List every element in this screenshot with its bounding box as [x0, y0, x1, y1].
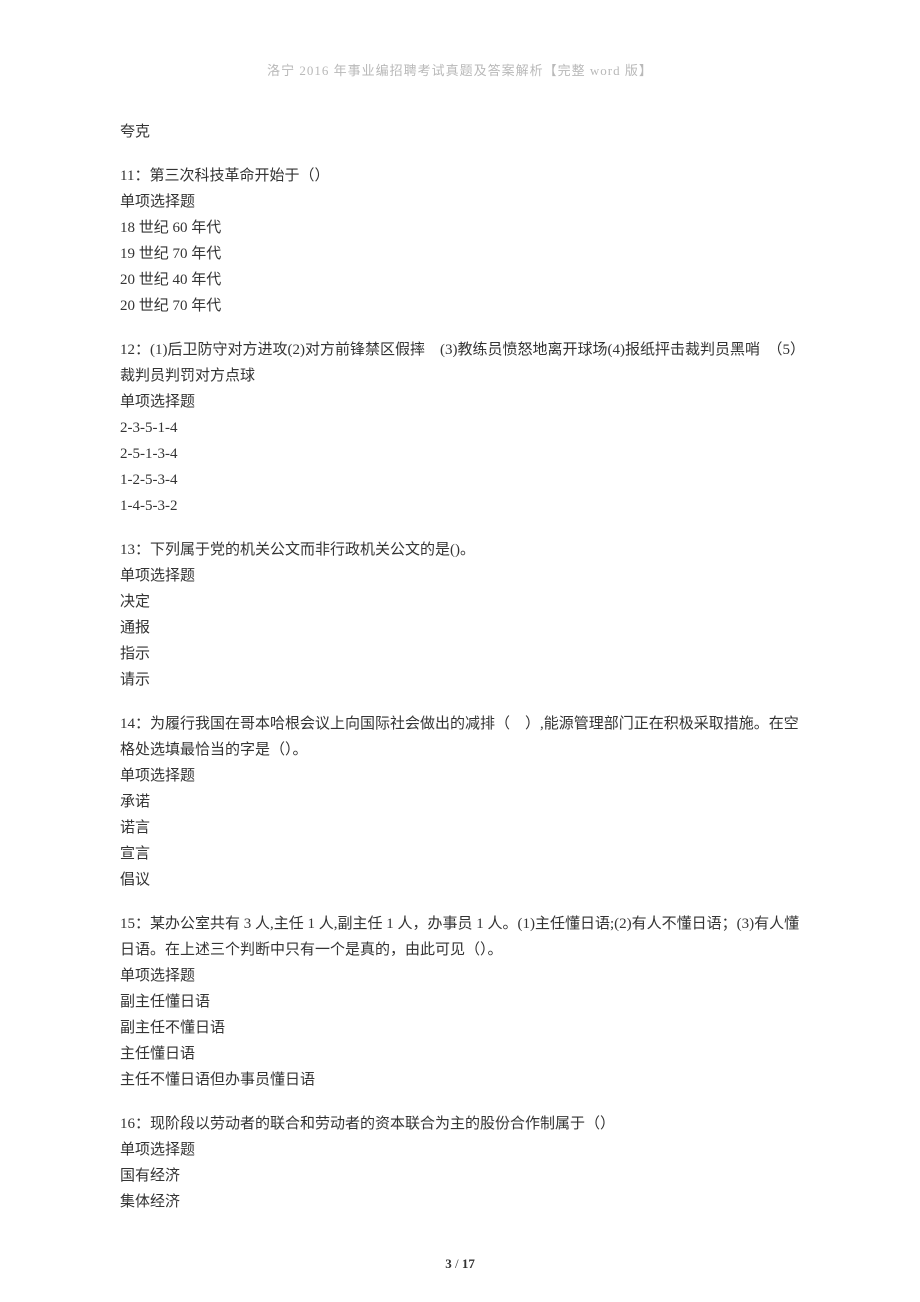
question-option: 1-2-5-3-4 [120, 467, 800, 493]
page-number-separator: / [452, 1256, 462, 1271]
question-type-label: 单项选择题 [120, 189, 800, 215]
question-option: 19 世纪 70 年代 [120, 241, 800, 267]
question-prompt: 13：下列属于党的机关公文而非行政机关公文的是()。 [120, 537, 800, 563]
page-number-total: 17 [462, 1256, 475, 1271]
question-option: 主任不懂日语但办事员懂日语 [120, 1067, 800, 1093]
question-type-label: 单项选择题 [120, 963, 800, 989]
page-header: 洛宁 2016 年事业编招聘考试真题及答案解析【完整 word 版】 [120, 60, 800, 79]
question-block-15: 15：某办公室共有 3 人,主任 1 人,副主任 1 人，办事员 1 人。(1)… [120, 911, 800, 1093]
question-option: 集体经济 [120, 1189, 800, 1215]
question-prompt: 14：为履行我国在哥本哈根会议上向国际社会做出的减排（ ）,能源管理部门正在积极… [120, 711, 800, 763]
fragment-text: 夸克 [120, 119, 800, 145]
question-option: 请示 [120, 667, 800, 693]
question-option: 1-4-5-3-2 [120, 493, 800, 519]
question-type-label: 单项选择题 [120, 1137, 800, 1163]
question-option: 2-5-1-3-4 [120, 441, 800, 467]
question-type-label: 单项选择题 [120, 563, 800, 589]
header-title: 洛宁 2016 年事业编招聘考试真题及答案解析【完整 word 版】 [267, 63, 653, 78]
question-prompt: 15：某办公室共有 3 人,主任 1 人,副主任 1 人，办事员 1 人。(1)… [120, 911, 800, 963]
question-block-11: 11：第三次科技革命开始于（） 单项选择题 18 世纪 60 年代 19 世纪 … [120, 163, 800, 319]
question-option: 宣言 [120, 841, 800, 867]
question-prompt: 11：第三次科技革命开始于（） [120, 163, 800, 189]
question-option: 副主任不懂日语 [120, 1015, 800, 1041]
question-option: 国有经济 [120, 1163, 800, 1189]
question-option: 主任懂日语 [120, 1041, 800, 1067]
question-option: 承诺 [120, 789, 800, 815]
question-option: 18 世纪 60 年代 [120, 215, 800, 241]
document-page: 洛宁 2016 年事业编招聘考试真题及答案解析【完整 word 版】 夸克 11… [0, 0, 920, 1302]
question-option: 副主任懂日语 [120, 989, 800, 1015]
question-option: 20 世纪 40 年代 [120, 267, 800, 293]
question-option: 2-3-5-1-4 [120, 415, 800, 441]
page-footer: 3 / 17 [0, 1256, 920, 1272]
question-option: 通报 [120, 615, 800, 641]
question-type-label: 单项选择题 [120, 763, 800, 789]
document-body: 夸克 11：第三次科技革命开始于（） 单项选择题 18 世纪 60 年代 19 … [120, 119, 800, 1215]
question-option: 诺言 [120, 815, 800, 841]
question-option: 决定 [120, 589, 800, 615]
question-option: 倡议 [120, 867, 800, 893]
question-block-13: 13：下列属于党的机关公文而非行政机关公文的是()。 单项选择题 决定 通报 指… [120, 537, 800, 693]
question-block-12: 12：(1)后卫防守对方进攻(2)对方前锋禁区假摔 (3)教练员愤怒地离开球场(… [120, 337, 800, 519]
question-type-label: 单项选择题 [120, 389, 800, 415]
question-block-14: 14：为履行我国在哥本哈根会议上向国际社会做出的减排（ ）,能源管理部门正在积极… [120, 711, 800, 893]
question-prompt: 12：(1)后卫防守对方进攻(2)对方前锋禁区假摔 (3)教练员愤怒地离开球场(… [120, 337, 800, 389]
question-option: 20 世纪 70 年代 [120, 293, 800, 319]
question-block-16: 16：现阶段以劳动者的联合和劳动者的资本联合为主的股份合作制属于（） 单项选择题… [120, 1111, 800, 1215]
question-prompt: 16：现阶段以劳动者的联合和劳动者的资本联合为主的股份合作制属于（） [120, 1111, 800, 1137]
question-option: 指示 [120, 641, 800, 667]
leading-fragment: 夸克 [120, 119, 800, 145]
